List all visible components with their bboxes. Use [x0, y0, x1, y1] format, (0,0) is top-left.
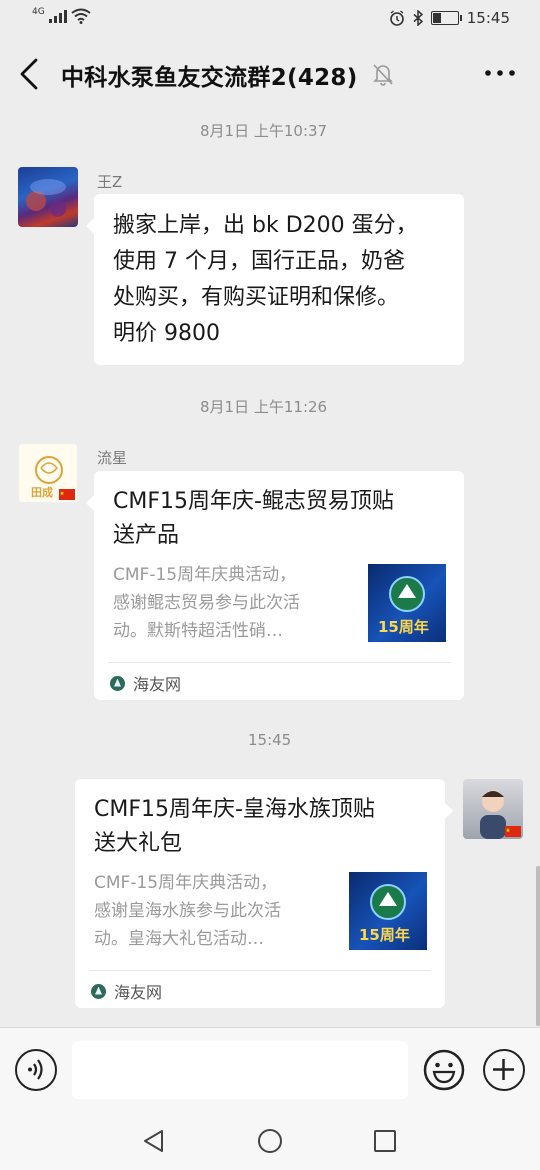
- card-source: 海友网: [110, 671, 181, 695]
- clock: 15:45: [466, 9, 510, 27]
- bluetooth-icon: [413, 10, 423, 26]
- scrollbar[interactable]: [536, 866, 540, 1026]
- recents-square-icon[interactable]: [371, 1127, 399, 1155]
- mute-bell-icon: [373, 64, 393, 86]
- avatar[interactable]: [463, 779, 523, 839]
- link-card-bubble[interactable]: CMF15周年庆-鲲志贸易顶贴 送产品 CMF-15周年庆典活动， 感谢鲲志贸易…: [86, 471, 464, 700]
- message-text: 搬家上岸，出 bk D200 蛋分， 使用 7 个月，国行正品，奶爸 处购买，有…: [113, 213, 418, 346]
- sender-name: 王Z: [97, 173, 123, 191]
- signal-icon: [48, 9, 67, 23]
- card-title: CMF15周年庆-皇海水族顶贴 送大礼包: [94, 797, 375, 856]
- message-timestamp: 8月1日 上午11:26: [200, 398, 328, 416]
- chat-title: 中科水泵鱼友交流群2(428): [61, 65, 358, 91]
- card-thumbnail: 15周年: [368, 564, 446, 642]
- card-description: CMF-15周年庆典活动， 感谢鲲志贸易参与此次活 动。默斯特超活性硝…: [113, 565, 300, 641]
- emoji-icon[interactable]: [423, 1049, 465, 1091]
- flag-icon: [505, 826, 521, 837]
- flag-icon: [59, 489, 75, 500]
- home-circle-icon[interactable]: [256, 1127, 284, 1155]
- back-icon[interactable]: [14, 56, 46, 92]
- text-message-bubble[interactable]: 搬家上岸，出 bk D200 蛋分， 使用 7 个月，国行正品，奶爸 处购买，有…: [86, 194, 464, 365]
- avatar[interactable]: 田成: [18, 443, 78, 503]
- input-bar: [0, 1027, 540, 1113]
- network-label: 4G: [32, 6, 45, 17]
- card-divider: [89, 970, 431, 971]
- wifi-icon: [71, 8, 91, 24]
- card-title: CMF15周年庆-鲲志贸易顶贴 送产品: [113, 489, 394, 548]
- alarm-icon: [389, 10, 404, 26]
- sender-name: 流星: [97, 449, 128, 467]
- plus-icon[interactable]: [483, 1049, 525, 1091]
- status-bar: 4G 15:45: [0, 0, 540, 38]
- link-card-bubble[interactable]: CMF15周年庆-皇海水族顶贴 送大礼包 CMF-15周年庆典活动， 感谢皇海水…: [75, 779, 453, 1008]
- system-nav-bar: [0, 1113, 540, 1170]
- card-source: 海友网: [91, 979, 162, 1003]
- back-triangle-icon[interactable]: [140, 1127, 168, 1155]
- source-label: 海友网: [133, 675, 182, 694]
- avatar[interactable]: [18, 167, 78, 227]
- message-timestamp: 8月1日 上午10:37: [200, 122, 328, 140]
- source-label: 海友网: [114, 983, 163, 1002]
- card-divider: [108, 662, 450, 663]
- source-app-icon: [91, 983, 106, 999]
- reef-photo: [26, 179, 66, 217]
- message-timestamp: 15:45: [248, 731, 292, 749]
- more-icon[interactable]: [482, 58, 518, 88]
- chat-header: 中科水泵鱼友交流群2(428): [0, 38, 540, 110]
- card-thumbnail: 15周年: [349, 872, 427, 950]
- voice-icon[interactable]: [15, 1049, 57, 1091]
- message-input[interactable]: [72, 1041, 408, 1099]
- card-description: CMF-15周年庆典活动， 感谢皇海水族参与此次活 动。皇海大礼包活动…: [94, 873, 281, 949]
- source-app-icon: [110, 675, 125, 691]
- avatar-text: 田成: [31, 486, 53, 499]
- battery-icon: [430, 11, 462, 25]
